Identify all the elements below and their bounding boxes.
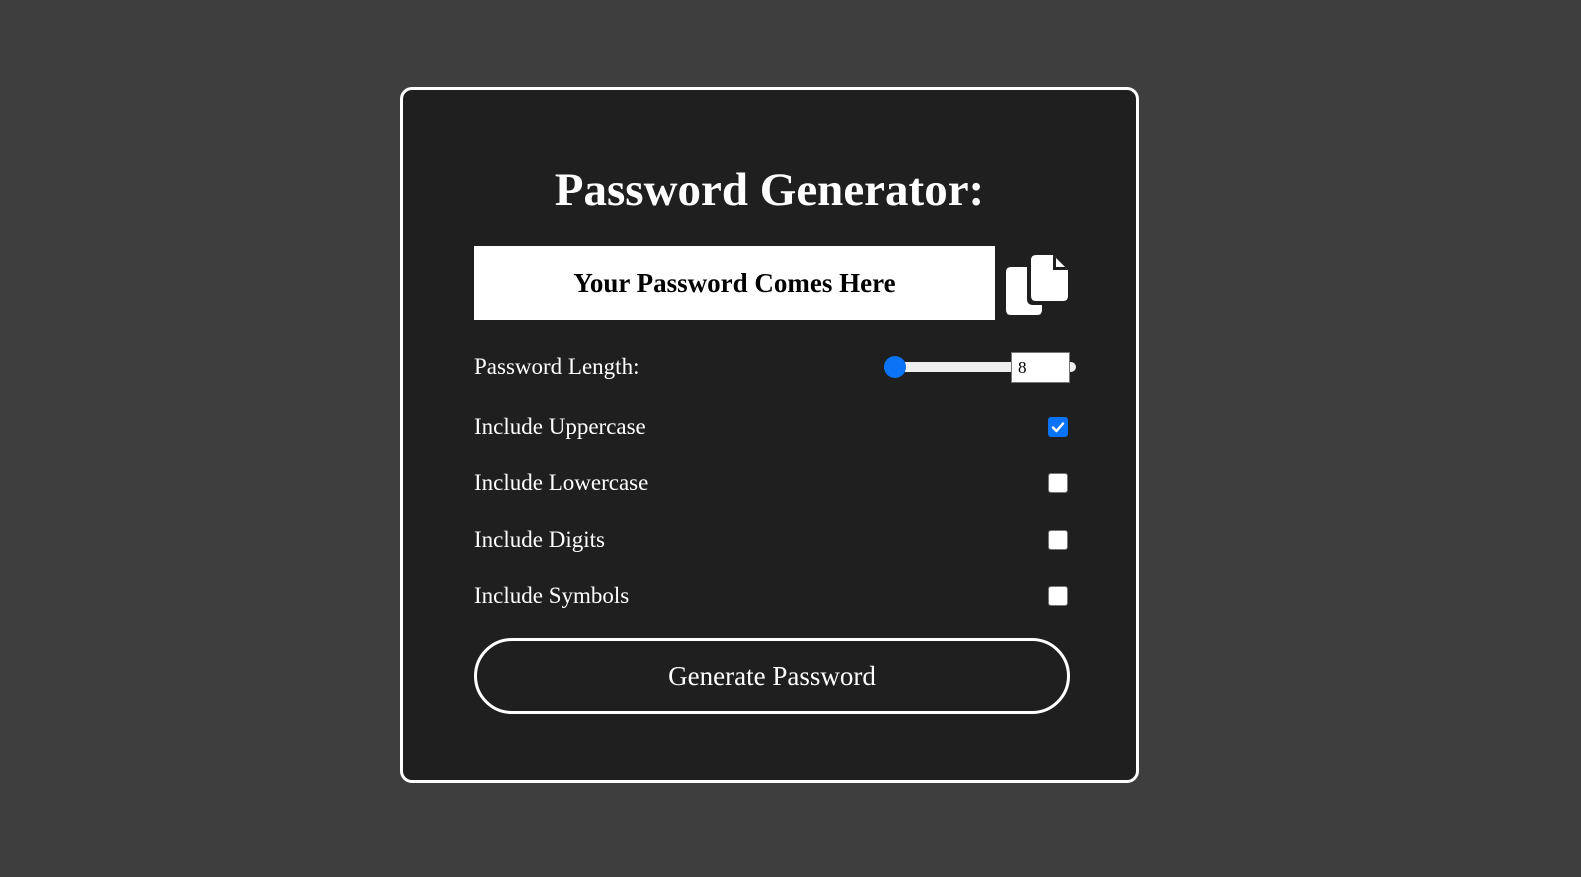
password-length-input[interactable] xyxy=(1011,352,1070,383)
option-row: Include Lowercase xyxy=(474,466,1070,500)
checkmark-icon xyxy=(1051,422,1065,433)
password-generator-card: Password Generator: Your Password Comes … xyxy=(400,87,1139,783)
page-title: Password Generator: xyxy=(554,164,985,216)
generate-password-button[interactable]: Generate Password xyxy=(474,638,1070,714)
option-checkbox[interactable] xyxy=(1048,417,1068,437)
option-label: Include Lowercase xyxy=(474,470,649,495)
option-label: Include Digits xyxy=(474,527,605,552)
option-row: Include Digits xyxy=(474,523,1070,557)
option-label: Include Uppercase xyxy=(474,414,646,439)
option-checkbox[interactable] xyxy=(1048,473,1068,493)
option-label: Include Symbols xyxy=(474,583,630,608)
copy-icon[interactable] xyxy=(1006,253,1068,315)
password-length-row: Password Length: xyxy=(474,350,1076,384)
slider-thumb[interactable] xyxy=(884,356,906,378)
option-row: Include Uppercase xyxy=(474,410,1070,444)
option-row: Include Symbols xyxy=(474,579,1070,613)
option-checkbox[interactable] xyxy=(1048,530,1068,550)
option-checkbox[interactable] xyxy=(1048,586,1068,606)
password-display: Your Password Comes Here xyxy=(474,246,995,320)
